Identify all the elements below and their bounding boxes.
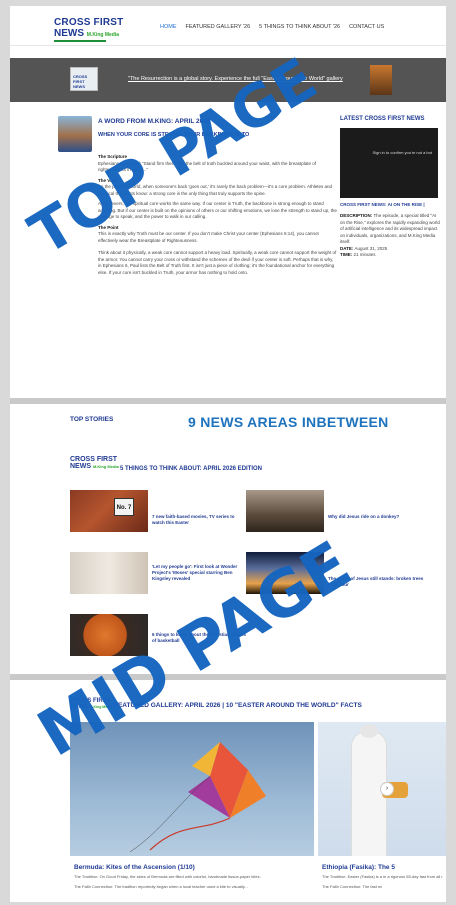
nav-5-things[interactable]: 5 THINGS TO THINK ABOUT '26 xyxy=(259,24,340,30)
video-details: DESCRIPTION: The episode, a special titl… xyxy=(340,213,442,259)
slide-caption[interactable]: Bermuda: Kites of the Ascension (1/10) xyxy=(74,864,195,871)
description-label: DESCRIPTION: xyxy=(340,213,373,218)
section-text: "In the physical world, when someone's b… xyxy=(98,184,333,196)
site-header: CROSS FIRST NEWS M.King Media HOME FEATU… xyxy=(10,12,446,46)
sidebar-title: LATEST CROSS FIRST NEWS xyxy=(340,116,425,122)
news-thumb[interactable] xyxy=(246,490,324,532)
slide-caption[interactable]: Ethiopia (Fasika): The 5 xyxy=(322,864,395,871)
article-subtitle: WHEN YOUR CORE IS STRONG, YOUR BACKBONE … xyxy=(98,132,250,138)
section-logo: CROSS FIRST NEWS M.King Media xyxy=(70,456,119,470)
news-item[interactable]: The cross of Jesus still stands: broken … xyxy=(246,552,426,596)
mid-page-panel: TOP STORIES 9 NEWS AREAS INBETWEEN CROSS… xyxy=(10,404,446,674)
news-title[interactable]: The cross of Jesus still stands: broken … xyxy=(328,576,424,588)
banner-logo-thumb[interactable]: CROSS FIRST NEWS xyxy=(70,67,98,91)
news-title[interactable]: 6 things to know about the Christian ori… xyxy=(152,632,248,644)
section-text: Ephesians 6:14 (NIV) "Stand firm then, w… xyxy=(98,160,316,173)
logo-underline xyxy=(54,40,106,42)
news-item[interactable]: 'Let my people go': First look at Wonder… xyxy=(70,552,250,596)
latest-news-sidebar: LATEST CROSS FIRST NEWS Sign in to confi… xyxy=(340,116,442,259)
gallery-logo: CROSS FIRST NEWS M.King Media xyxy=(70,698,113,710)
logo-line2: NEWS xyxy=(54,28,84,39)
top-page-panel: CROSS FIRST NEWS M.King Media HOME FEATU… xyxy=(10,6,446,398)
news-title[interactable]: 7 new faith-based movies, TV series to w… xyxy=(152,514,248,526)
slide-text: The Tradition: On Good Friday, the skies… xyxy=(74,874,261,889)
kite-illustration xyxy=(129,742,266,853)
date-value: August 31, 2025 xyxy=(354,245,388,251)
time-label: TIME: xyxy=(340,252,353,257)
screenshot-collage: CROSS FIRST NEWS M.King Media HOME FEATU… xyxy=(10,6,446,902)
number-tile: No. 7 xyxy=(114,498,134,516)
top-stories-heading: TOP STORIES xyxy=(70,416,114,423)
video-embed[interactable]: Sign in to confirm you're not a bot xyxy=(340,128,438,198)
gallery-slide-bermuda[interactable] xyxy=(70,722,314,856)
news-title[interactable]: Why did Jesus ride on a donkey? xyxy=(328,514,424,520)
gallery-title: FEATURED GALLERY: APRIL 2026 | 10 "EASTE… xyxy=(114,702,362,709)
date-label: DATE: xyxy=(340,245,354,251)
logo-tag: M.King Media xyxy=(86,32,120,38)
news-thumb[interactable] xyxy=(70,552,148,594)
video-overlay-text: Sign in to confirm you're not a bot xyxy=(372,150,432,155)
video-caption[interactable]: CROSS FIRST NEWS: AI ON THE RISE | xyxy=(340,202,442,207)
news-thumb[interactable]: No. 7 xyxy=(70,490,148,532)
article-title: A WORD FROM M.KING: APRIL 2026 xyxy=(98,118,211,125)
time-value: 21 minutes xyxy=(353,252,376,257)
five-things-title: 5 THINGS TO THINK ABOUT: APRIL 2026 EDIT… xyxy=(120,466,263,472)
article-body: The Scripture Ephesians 6:14 (NIV) "Stan… xyxy=(98,150,338,276)
nav-home[interactable]: HOME xyxy=(160,24,177,30)
banner-gallery-thumb[interactable] xyxy=(370,65,392,95)
site-logo[interactable]: CROSS FIRST NEWS M.King Media xyxy=(54,17,123,42)
news-thumb[interactable] xyxy=(246,552,324,594)
news-item[interactable]: 6 things to know about the Christian ori… xyxy=(70,614,250,658)
news-item[interactable]: Why did Jesus ride on a donkey? xyxy=(246,490,426,534)
section-text: This is exactly why Truth must be our ce… xyxy=(98,231,319,243)
nav-featured-gallery[interactable]: FEATURED GALLERY '26 xyxy=(186,24,251,30)
news-thumb[interactable] xyxy=(70,614,148,656)
featured-gallery-panel: CROSS FIRST NEWS M.King Media FEATURED G… xyxy=(10,680,446,902)
news-areas-label: 9 NEWS AREAS INBETWEEN xyxy=(188,414,389,430)
news-title[interactable]: 'Let my people go': First look at Wonder… xyxy=(152,564,248,582)
news-item[interactable]: No. 7 7 new faith-based movies, TV serie… xyxy=(70,490,250,534)
section-text: As believers, our spiritual core works t… xyxy=(98,201,337,219)
section-text: Think about it physically, a weak core c… xyxy=(98,250,337,275)
promo-banner: CROSS FIRST NEWS "The Resurrection is a … xyxy=(10,58,446,102)
nav-contact[interactable]: CONTACT US xyxy=(349,24,384,30)
gallery-next-button[interactable]: › xyxy=(380,782,394,796)
author-avatar xyxy=(58,116,92,152)
slide-text: The Tradition: Easter (Fasika) is a in a… xyxy=(322,874,443,889)
logo-line1: CROSS FIRST xyxy=(54,17,124,28)
banner-gallery-link[interactable]: "The Resurrection is a global story. Exp… xyxy=(128,76,343,82)
main-nav: HOME FEATURED GALLERY '26 5 THINGS TO TH… xyxy=(160,24,384,30)
